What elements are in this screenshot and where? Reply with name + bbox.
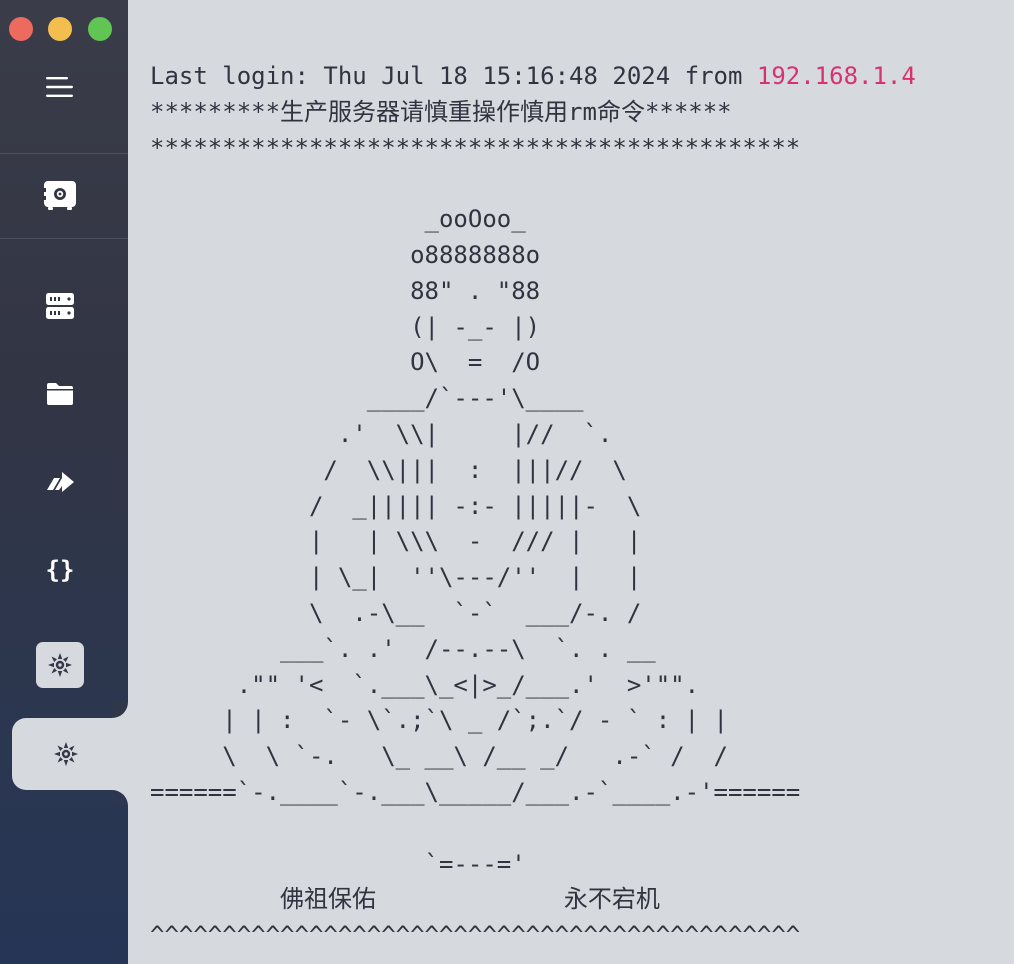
sidebar-host-tab-active[interactable]	[12, 718, 128, 790]
terminal-line: 佛祖保佑 永不宕机	[150, 885, 660, 914]
terminal-line: 88" . "88	[150, 276, 541, 305]
sidebar-item-snippets[interactable]: {}	[0, 546, 120, 594]
terminal-line: .' \\| |// `.	[150, 419, 613, 448]
host-tab-icon	[48, 653, 72, 677]
terminal-line: \ .-\__ `-` ___/-. /	[150, 598, 642, 627]
terminal-line: ."" '< `.___\_<|>_/___.' >'"".	[150, 670, 700, 699]
snippets-icon: {}	[46, 556, 75, 584]
terminal-line: _ooOoo_	[150, 205, 526, 234]
svg-text:{}: {}	[46, 556, 75, 584]
active-tab-corner	[112, 790, 128, 806]
terminal-output[interactable]: Last login: Thu Jul 18 15:16:48 2024 fro…	[150, 59, 1010, 954]
vault-icon	[43, 181, 76, 210]
sidebar-menu-button[interactable]	[0, 63, 120, 111]
terminal-line: | | \\\ - /// | |	[150, 527, 642, 556]
terminal-line: O\ = /O	[150, 348, 541, 377]
terminal-line: \ \ `-. \_ __\ /__ _/ .-` / /	[150, 742, 728, 771]
sidebar-item-vault[interactable]	[0, 171, 120, 219]
sftp-folder-icon	[47, 383, 73, 405]
terminal-line: / \\||| : |||// \	[150, 455, 627, 484]
sidebar-item-sftp[interactable]	[0, 370, 120, 418]
sidebar-item-hosts[interactable]	[0, 282, 120, 330]
sidebar-host-tab[interactable]	[36, 642, 84, 688]
terminal-line: / _||||| -:- |||||- \	[150, 491, 642, 520]
login-text: Last login: Thu Jul 18 15:16:48 2024 fro…	[150, 62, 757, 90]
terminal-line: | | : `- \`.;`\ _ /`;.`/ - ` : | |	[150, 706, 728, 735]
sidebar-divider	[0, 238, 128, 239]
terminal-line: ^^^^^^^^^^^^^^^^^^^^^^^^^^^^^^^^^^^^^^^^…	[150, 921, 801, 950]
window-close-button[interactable]	[9, 17, 33, 41]
sidebar-item-port-forwarding[interactable]	[0, 458, 120, 506]
hosts-icon	[46, 293, 74, 319]
terminal-line: ____/`---'\____	[150, 384, 584, 413]
host-tab-active-icon	[54, 742, 78, 766]
terminal-line: ___`. .' /--.--\ `. . __	[150, 634, 656, 663]
menu-icon	[46, 77, 73, 97]
window-zoom-button[interactable]	[88, 17, 112, 41]
banner-line: *********生产服务器请慎重操作慎用rm命令******	[150, 97, 732, 126]
sidebar: {}	[0, 0, 128, 964]
ascii-art: ****************************************…	[150, 131, 1010, 954]
terminal-line: ****************************************…	[150, 133, 801, 162]
terminal-line: (| -_- |)	[150, 312, 541, 341]
window-minimize-button[interactable]	[48, 17, 72, 41]
active-tab-corner	[112, 702, 128, 718]
sidebar-divider	[0, 153, 128, 154]
terminal-line: `=---='	[150, 849, 526, 878]
login-ip: 192.168.1.4	[756, 62, 916, 90]
terminal-line: | \_| ''\---/'' | |	[150, 563, 642, 592]
terminal-line: o8888888o	[150, 240, 541, 269]
terminal-line: ======`-.____`-.___\_____/___.-`____.-'=…	[150, 777, 801, 806]
app-window: {} Last login: Thu Jul 18 15:16:48 2024 …	[0, 0, 1014, 964]
login-line: Last login: Thu Jul 18 15:16:48 2024 fro…	[150, 59, 1010, 95]
port-forwarding-icon	[47, 472, 74, 492]
